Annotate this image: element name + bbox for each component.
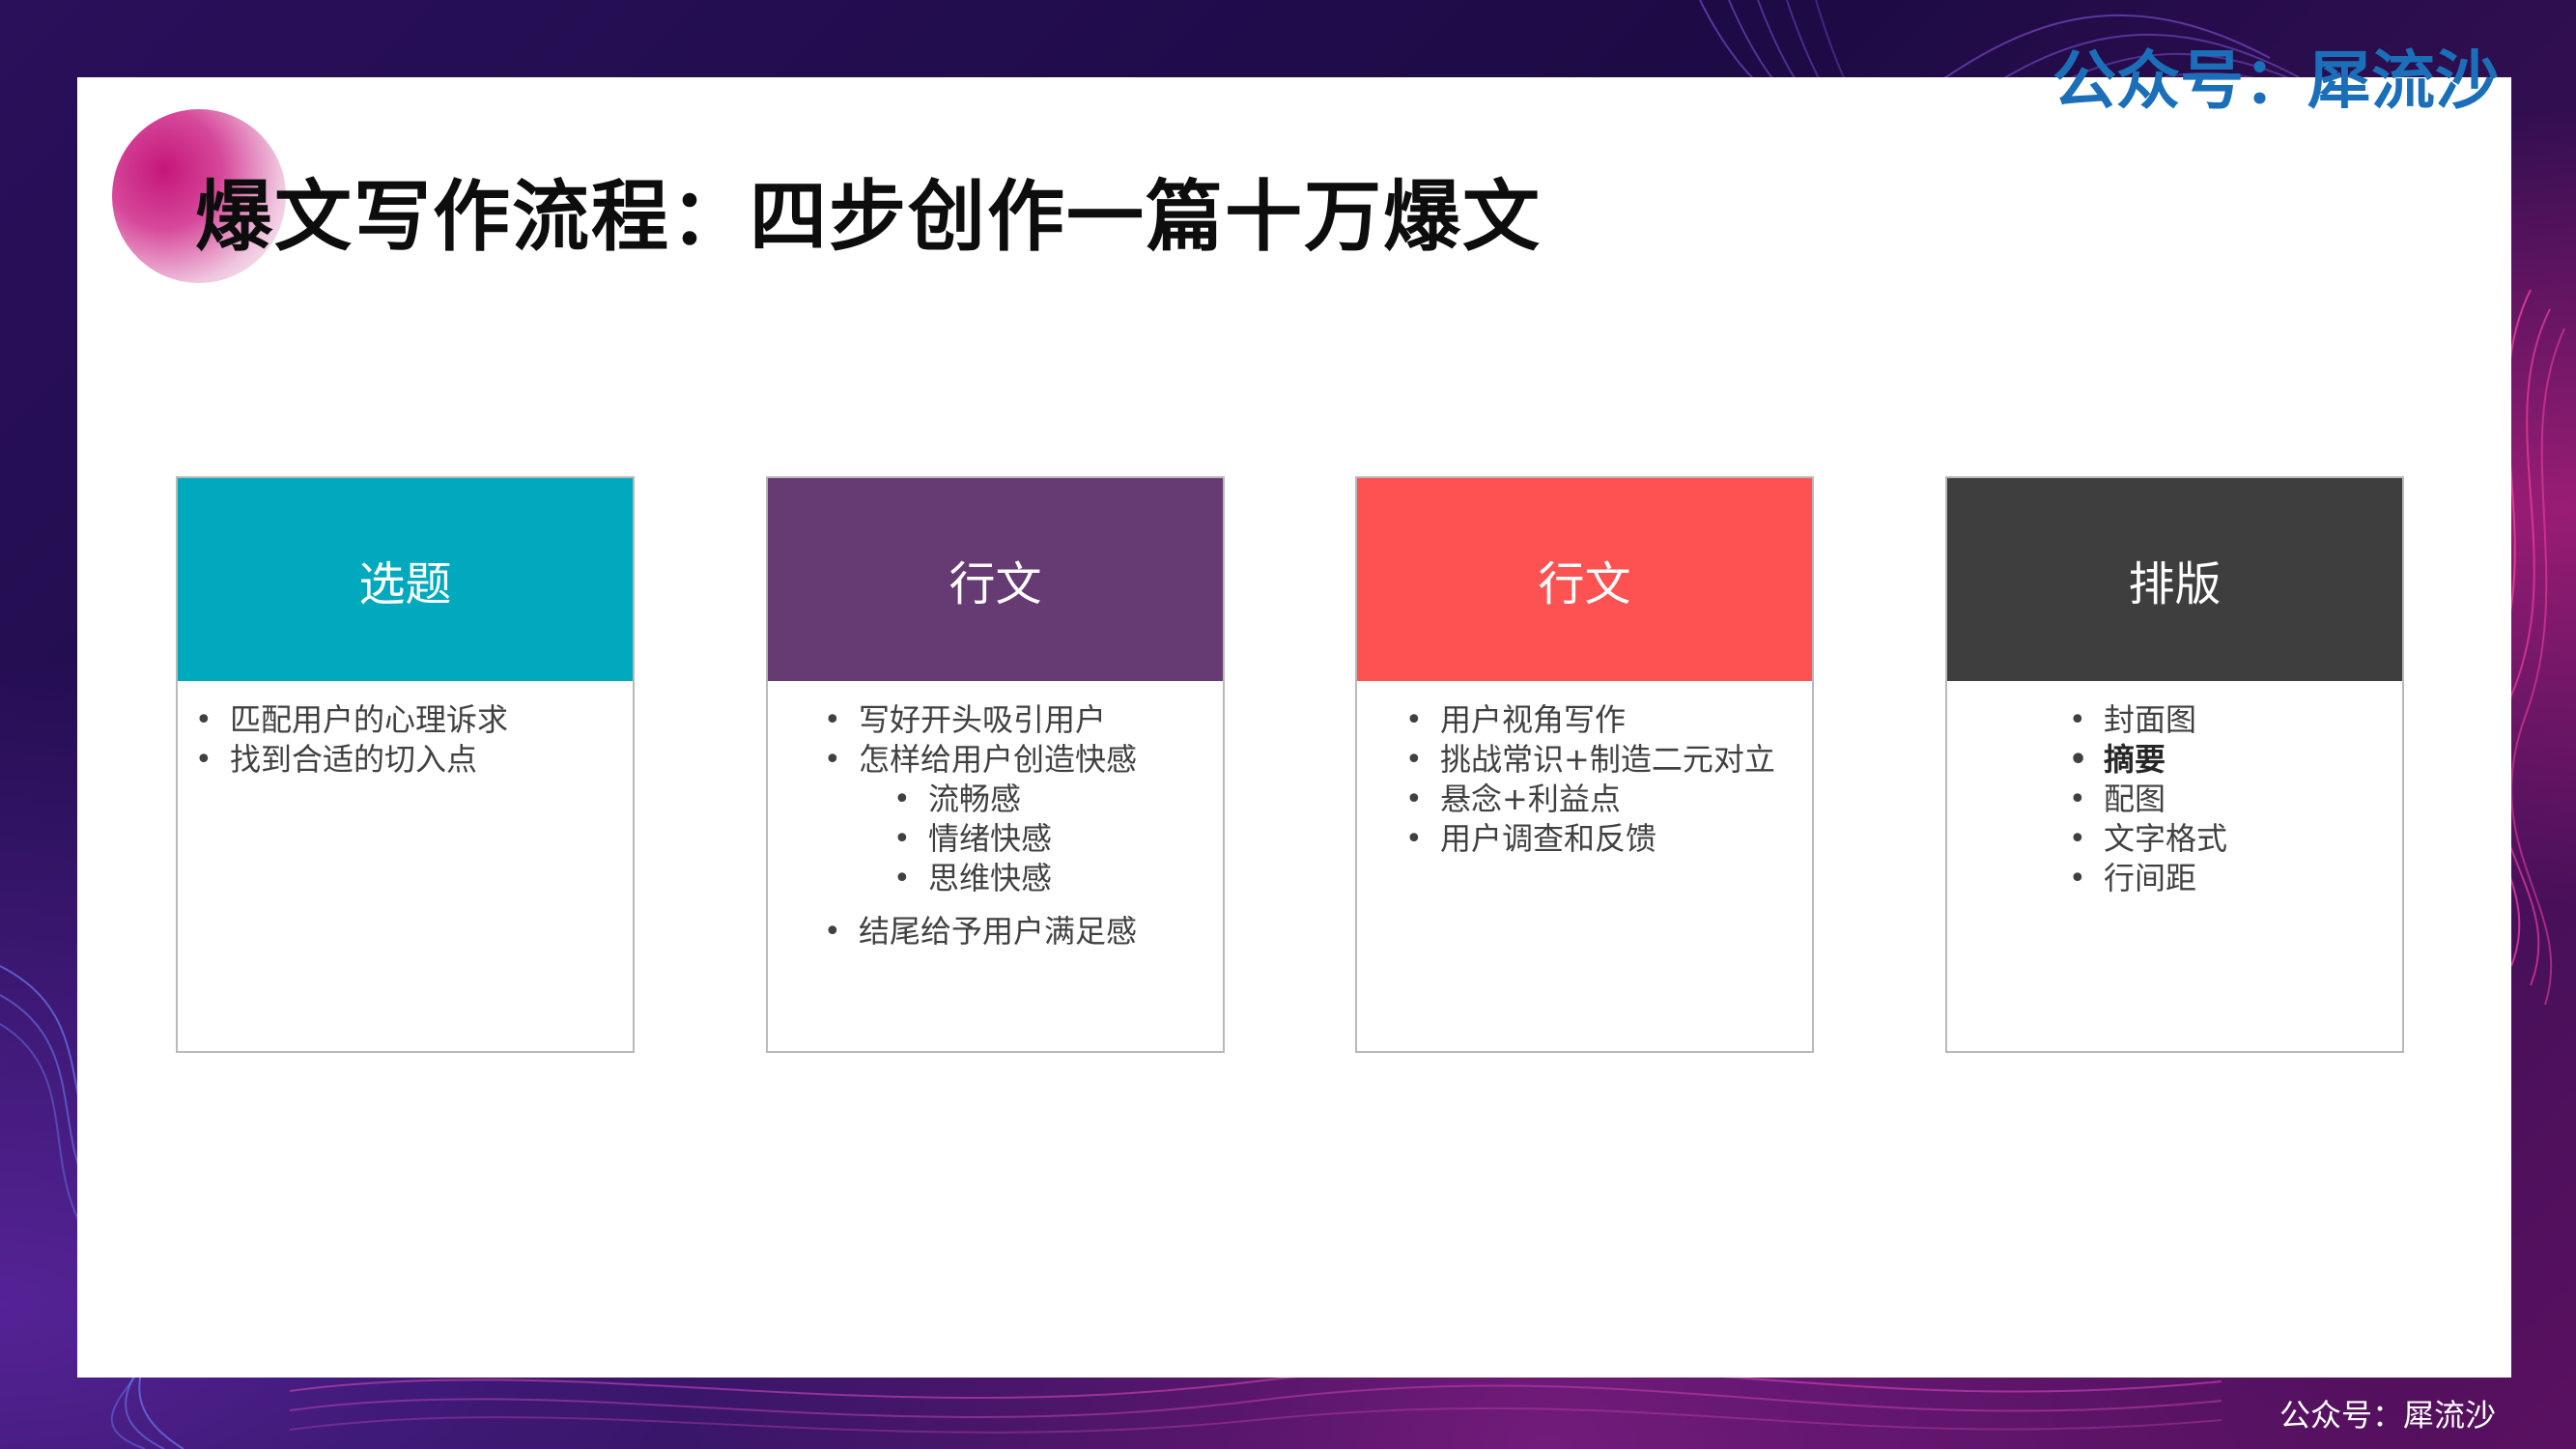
bullet-list: 封面图 摘要 配图 文字格式 行间距: [2069, 700, 2402, 898]
bullet-list: 写好开头吸引用户 怎样给用户创造快感 流畅感 情绪快感 思维快感 结尾给予用户满…: [824, 700, 1223, 952]
step-card-1: 选题 匹配用户的心理诉求 找到合适的切入点: [176, 476, 635, 1053]
bullet-list: 匹配用户的心理诉求 找到合适的切入点: [195, 700, 633, 780]
list-item: 封面图: [2069, 700, 2402, 740]
step-card-header: 行文: [1357, 478, 1812, 681]
watermark-bottom: 公众号：犀流沙: [2279, 1397, 2497, 1434]
watermark-top: 公众号：犀流沙: [2052, 43, 2499, 118]
step-card-header: 排版: [1947, 478, 2402, 681]
slide-title: 爆文写作流程：四步创作一篇十万爆文: [195, 172, 1542, 262]
step-card-body: 写好开头吸引用户 怎样给用户创造快感 流畅感 情绪快感 思维快感 结尾给予用户满…: [768, 681, 1223, 952]
sub-list-item: 情绪快感: [859, 819, 1223, 859]
step-card-heading: 行文: [948, 557, 1042, 611]
step-card-2: 行文 写好开头吸引用户 怎样给用户创造快感 流畅感 情绪快感 思维快感 结尾给予…: [766, 476, 1225, 1053]
sub-list-item: 流畅感: [859, 780, 1223, 819]
step-card-body: 封面图 摘要 配图 文字格式 行间距: [1947, 681, 2402, 898]
step-card-body: 匹配用户的心理诉求 找到合适的切入点: [178, 681, 633, 780]
list-item: 怎样给用户创造快感: [824, 740, 1223, 780]
list-item: 悬念+利益点: [1405, 780, 1812, 819]
list-item: 用户调查和反馈: [1405, 819, 1812, 859]
sub-list-item: 思维快感: [859, 859, 1223, 898]
step-card-body: 用户视角写作 挑战常识+制造二元对立 悬念+利益点 用户调查和反馈: [1357, 681, 1812, 859]
list-item: 行间距: [2069, 859, 2402, 898]
step-card-header: 行文: [768, 478, 1223, 681]
step-card-header: 选题: [178, 478, 633, 681]
bullet-list: 用户视角写作 挑战常识+制造二元对立 悬念+利益点 用户调查和反馈: [1405, 700, 1812, 859]
list-item: 配图: [2069, 780, 2402, 819]
step-card-heading: 选题: [358, 557, 452, 611]
list-item: 结尾给予用户满足感: [824, 912, 1223, 952]
list-item: 摘要: [2069, 740, 2402, 780]
list-item: 匹配用户的心理诉求: [195, 700, 633, 740]
list-item: 文字格式: [2069, 819, 2402, 859]
step-card-3: 行文 用户视角写作 挑战常识+制造二元对立 悬念+利益点 用户调查和反馈: [1355, 476, 1814, 1053]
list-item: 找到合适的切入点: [195, 740, 633, 780]
step-card-4: 排版 封面图 摘要 配图 文字格式 行间距: [1945, 476, 2404, 1053]
step-card-heading: 排版: [2128, 557, 2222, 611]
list-item: 挑战常识+制造二元对立: [1405, 740, 1812, 780]
list-item: 用户视角写作: [1405, 700, 1812, 740]
step-card-heading: 行文: [1538, 557, 1631, 611]
list-item: 写好开头吸引用户: [824, 700, 1223, 740]
